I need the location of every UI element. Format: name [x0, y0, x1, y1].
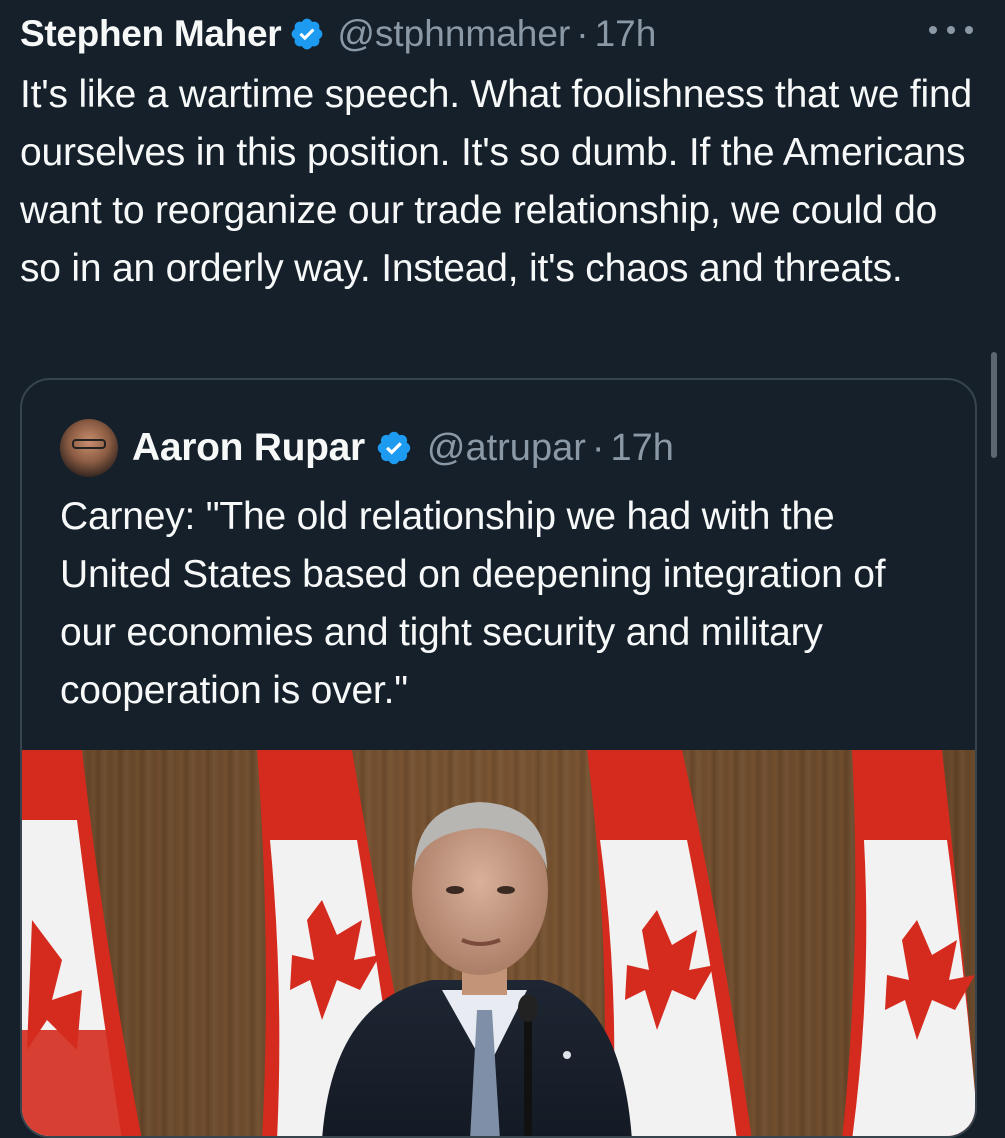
tweet-timestamp[interactable]: 17h	[595, 13, 657, 55]
quoted-tweet-header: Aaron Rupar @atrupar · 17h	[60, 418, 674, 478]
author-handle[interactable]: @stphnmaher	[337, 13, 570, 55]
quoted-tweet-timestamp[interactable]: 17h	[611, 427, 674, 470]
separator-dot: ·	[591, 426, 605, 469]
media-image	[22, 750, 975, 1136]
quoted-tweet-text: Carney: "The old relationship we had wit…	[60, 495, 886, 712]
verified-badge-icon	[375, 429, 413, 467]
quoted-tweet[interactable]: Aaron Rupar @atrupar · 17h Carney: "The …	[20, 378, 977, 1138]
scrollbar[interactable]	[991, 352, 997, 458]
avatar-glasses	[72, 439, 106, 449]
verified-badge-icon	[289, 16, 325, 52]
quoted-tweet-media[interactable]	[22, 750, 975, 1136]
tweet-text: It's like a wartime speech. What foolish…	[20, 73, 972, 290]
more-options-icon[interactable]	[929, 18, 973, 42]
quoted-author-name[interactable]: Aaron Rupar	[132, 426, 365, 470]
more-dot	[965, 26, 973, 34]
tweet-header: Stephen Maher @stphnmaher · 17h	[20, 10, 656, 58]
more-dot	[947, 26, 955, 34]
more-dot	[929, 26, 937, 34]
separator-dot: ·	[576, 13, 589, 54]
quoted-author-handle[interactable]: @atrupar	[427, 427, 586, 470]
tweet[interactable]: Stephen Maher @stphnmaher · 17h It's lik…	[0, 0, 1005, 1138]
avatar[interactable]	[60, 419, 118, 477]
author-name[interactable]: Stephen Maher	[20, 13, 282, 55]
